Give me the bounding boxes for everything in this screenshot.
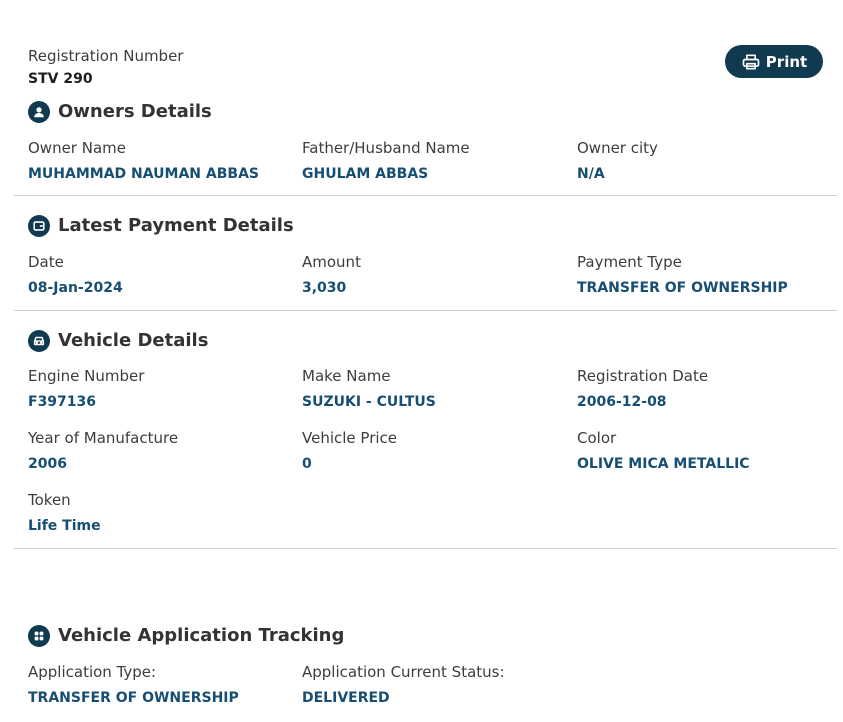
field-label: Owner Name <box>28 139 126 157</box>
owner-city-field: Owner city N/A <box>577 138 658 184</box>
user-icon <box>28 101 50 123</box>
make-name-field: Make Name SUZUKI - CULTUS <box>302 366 436 412</box>
field-label: Registration Date <box>577 367 709 385</box>
color-field: Color OLIVE MICA METALLIC <box>577 428 750 474</box>
field-value: TRANSFER OF OWNERSHIP <box>577 280 788 296</box>
year-of-manufacture-field: Year of Manufacture 2006 <box>28 428 178 474</box>
field-label: Make Name <box>302 367 391 385</box>
registration-label: Registration Number <box>28 47 184 65</box>
printer-icon <box>742 54 760 69</box>
field-value: 2006 <box>28 456 67 472</box>
registration-block: Registration Number STV 290 <box>28 46 183 89</box>
registration-value: STV 290 <box>28 71 93 87</box>
father-name-field: Father/Husband Name GHULAM ABBAS <box>302 138 470 184</box>
field-label: Amount <box>302 253 361 271</box>
payment-amount-field: Amount 3,030 <box>302 252 361 298</box>
field-value: MUHAMMAD NAUMAN ABBAS <box>28 166 259 182</box>
engine-number-field: Engine Number F397136 <box>28 366 144 412</box>
field-value: TRANSFER OF OWNERSHIP <box>28 690 239 706</box>
field-value: 3,030 <box>302 280 347 296</box>
section-divider <box>14 548 837 549</box>
field-label: Engine Number <box>28 367 145 385</box>
print-button[interactable]: Print <box>725 45 823 78</box>
owner-name-field: Owner Name MUHAMMAD NAUMAN ABBAS <box>28 138 259 184</box>
field-label: Father/Husband Name <box>302 139 470 157</box>
field-label: Year of Manufacture <box>28 429 179 447</box>
vehicle-price-field: Vehicle Price 0 <box>302 428 397 474</box>
field-label: Vehicle Price <box>302 429 398 447</box>
section-divider <box>14 310 837 311</box>
field-value: GHULAM ABBAS <box>302 166 429 182</box>
payment-type-field: Payment Type TRANSFER OF OWNERSHIP <box>577 252 788 298</box>
vehicle-section-title: Vehicle Details <box>58 330 209 351</box>
payment-section-header: Latest Payment Details <box>28 215 294 237</box>
field-label: Color <box>577 429 617 447</box>
field-label: Payment Type <box>577 253 682 271</box>
print-label: Print <box>765 52 808 71</box>
application-type-field: Application Type: TRANSFER OF OWNERSHIP <box>28 662 239 708</box>
token-field: Token Life Time <box>28 490 101 536</box>
payment-date-field: Date 08-Jan-2024 <box>28 252 123 298</box>
field-value: DELIVERED <box>302 690 390 706</box>
field-value: Life Time <box>28 518 101 534</box>
owners-section-header: Owners Details <box>28 101 212 123</box>
tracking-section-header: Vehicle Application Tracking <box>28 625 344 647</box>
payment-section-title: Latest Payment Details <box>58 215 294 236</box>
section-divider <box>14 195 837 196</box>
field-label: Token <box>28 491 71 509</box>
registration-date-field: Registration Date 2006-12-08 <box>577 366 708 412</box>
field-label: Application Type: <box>28 663 157 681</box>
application-status-field: Application Current Status: DELIVERED <box>302 662 505 708</box>
field-value: 2006-12-08 <box>577 394 667 410</box>
grid-icon <box>28 625 50 647</box>
vehicle-section-header: Vehicle Details <box>28 330 208 352</box>
field-value: N/A <box>577 166 605 182</box>
field-value: 08-Jan-2024 <box>28 280 123 296</box>
field-label: Application Current Status: <box>302 663 505 681</box>
wallet-icon <box>28 215 50 237</box>
field-label: Owner city <box>577 139 658 157</box>
field-value: OLIVE MICA METALLIC <box>577 456 750 472</box>
owners-section-title: Owners Details <box>58 101 212 122</box>
field-label: Date <box>28 253 64 271</box>
car-icon <box>28 330 50 352</box>
field-value: 0 <box>302 456 312 472</box>
field-value: F397136 <box>28 394 97 410</box>
field-value: SUZUKI - CULTUS <box>302 394 436 410</box>
tracking-section-title: Vehicle Application Tracking <box>58 625 345 646</box>
